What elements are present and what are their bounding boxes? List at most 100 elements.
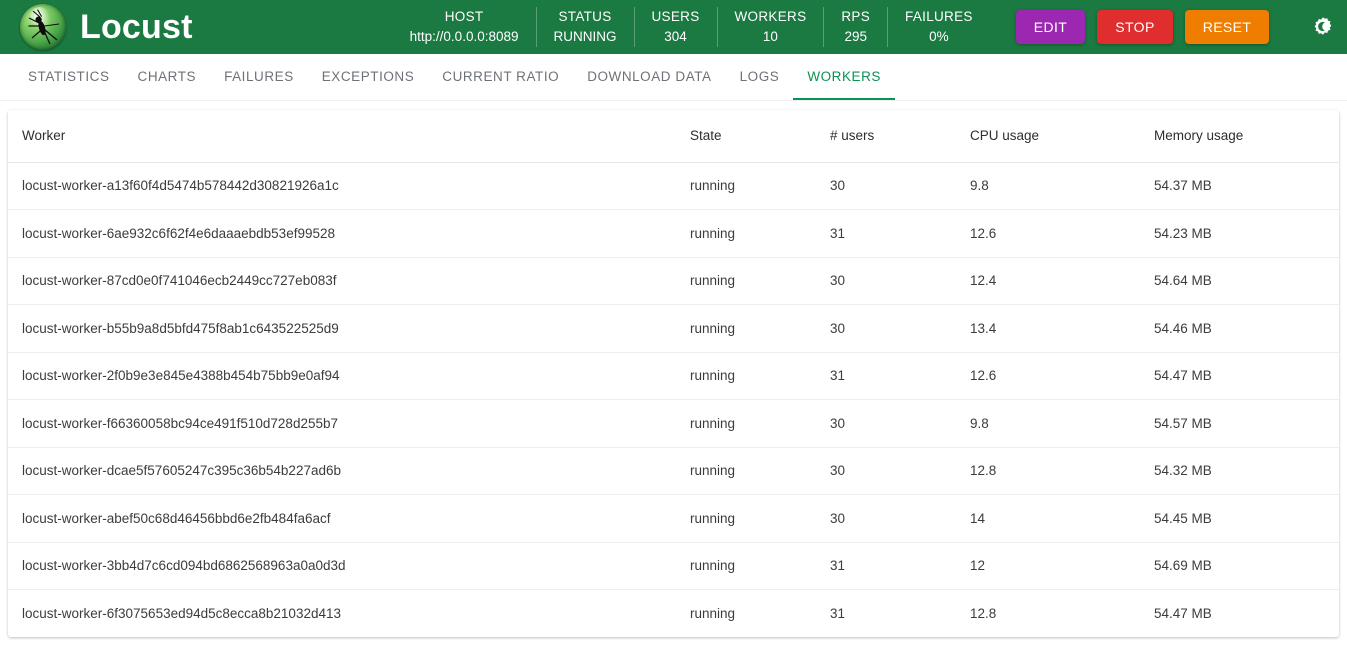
cell-memory: 54.64 MB [1154,273,1212,289]
cell-worker: locust-worker-f66360058bc94ce491f510d728… [22,415,338,431]
table-row: locust-worker-6ae932c6f62f4e6daaaebdb53e… [8,210,1339,257]
stat-failures-value: 0% [929,29,949,44]
edit-button[interactable]: EDIT [1015,10,1086,44]
cell-users: 30 [830,320,846,336]
table-row: locust-worker-abef50c68d46456bbd6e2fb484… [8,495,1339,542]
cell-users: 30 [830,463,846,479]
main-tabs: STATISTICS CHARTS FAILURES EXCEPTIONS CU… [0,54,1347,100]
app-title: Locust [80,8,193,46]
cell-state: running [690,178,736,194]
table-header-row: Worker State # users CPU usage Memory us… [8,110,1339,163]
cell-cpu: 12 [970,558,986,574]
cell-worker: locust-worker-dcae5f57605247c395c36b54b2… [22,463,341,479]
table-row: locust-worker-f66360058bc94ce491f510d728… [8,400,1339,447]
cell-memory: 54.23 MB [1154,225,1212,241]
cell-state: running [690,415,736,431]
cell-cpu: 12.8 [970,606,997,621]
stat-workers-value: 10 [762,29,778,44]
tab-workers[interactable]: WORKERS [793,54,895,100]
cell-worker: locust-worker-6ae932c6f62f4e6daaaebdb53e… [22,225,335,241]
stop-button[interactable]: STOP [1097,10,1173,44]
column-header-state[interactable]: State [676,110,816,163]
cell-cpu: 9.8 [970,178,989,194]
cell-memory: 54.32 MB [1154,463,1212,479]
tab-charts[interactable]: CHARTS [124,54,211,100]
cell-cpu: 12.4 [970,273,997,289]
cell-cpu: 12.8 [970,463,997,479]
cell-users: 31 [830,558,846,574]
brand: Locust [0,4,193,50]
cell-worker: locust-worker-abef50c68d46456bbd6e2fb484… [22,510,331,526]
cell-users: 30 [830,178,846,194]
cell-worker: locust-worker-87cd0e0f741046ecb2449cc727… [22,273,337,289]
cell-worker: locust-worker-a13f60f4d5474b578442d30821… [22,178,339,194]
cell-memory: 54.47 MB [1154,606,1212,621]
cell-memory: 54.46 MB [1154,320,1212,336]
cell-state: running [690,510,736,526]
cell-cpu: 12.6 [970,368,997,384]
table-row: locust-worker-6f3075653ed94d5c8ecca8b210… [8,590,1339,638]
stat-workers: WORKERS 10 [716,7,824,47]
table-row: locust-worker-dcae5f57605247c395c36b54b2… [8,447,1339,495]
header-actions: EDIT STOP RESET [1015,10,1270,44]
cell-cpu: 12.6 [970,225,997,241]
stat-failures-label: FAILURES [905,9,973,25]
tab-statistics[interactable]: STATISTICS [14,54,124,100]
table-row: locust-worker-a13f60f4d5474b578442d30821… [8,162,1339,210]
app-header: Locust HOST http://0.0.0.0:8089 STATUS R… [0,0,1347,54]
cell-users: 30 [830,273,846,289]
table-head: Worker State # users CPU usage Memory us… [8,110,1339,163]
cell-users: 31 [830,225,846,241]
tab-exceptions[interactable]: EXCEPTIONS [308,54,429,100]
stat-rps-label: RPS [841,9,871,25]
reset-button[interactable]: RESET [1184,10,1270,44]
stat-failures: FAILURES 0% [887,7,990,47]
stat-rps: RPS 295 [823,7,887,47]
stat-status: STATUS RUNNING [535,7,634,47]
stat-host-value: http://0.0.0.0:8089 [409,29,519,44]
sun-moon-icon[interactable] [1311,12,1335,42]
stat-rps-value: 295 [844,29,867,44]
cell-users: 30 [830,510,846,526]
column-header-users[interactable]: # users [816,110,956,163]
cell-state: running [690,558,736,574]
stat-status-value: RUNNING [553,29,617,44]
cell-users: 30 [830,415,846,431]
cell-state: running [690,273,736,289]
cell-worker: locust-worker-2f0b9e3e845e4388b454b75bb9… [22,368,340,384]
table-row: locust-worker-3bb4d7c6cd094bd6862568963a… [8,542,1339,590]
cell-cpu: 13.4 [970,320,997,336]
cell-state: running [690,320,736,336]
cell-worker: locust-worker-6f3075653ed94d5c8ecca8b210… [22,606,341,621]
table-row: locust-worker-2f0b9e3e845e4388b454b75bb9… [8,352,1339,400]
tab-download-data[interactable]: DOWNLOAD DATA [573,54,725,100]
table-row: locust-worker-87cd0e0f741046ecb2449cc727… [8,257,1339,305]
column-header-memory-usage[interactable]: Memory usage [1140,110,1339,163]
tab-current-ratio[interactable]: CURRENT RATIO [428,54,573,100]
cell-users: 31 [830,606,846,621]
stat-users-value: 304 [664,29,687,44]
cell-cpu: 9.8 [970,415,989,431]
table-body: locust-worker-a13f60f4d5474b578442d30821… [8,162,1339,637]
tab-failures[interactable]: FAILURES [210,54,308,100]
stat-users: USERS 304 [633,7,717,47]
stat-users-label: USERS [651,9,700,25]
column-header-worker[interactable]: Worker [8,110,676,163]
cell-users: 31 [830,368,846,384]
cell-state: running [690,225,736,241]
column-header-cpu-usage[interactable]: CPU usage [956,110,1140,163]
cell-state: running [690,606,736,621]
cell-cpu: 14 [970,510,986,526]
cell-state: running [690,368,736,384]
stat-host-label: HOST [444,9,484,25]
table-row: locust-worker-b55b9a8d5bfd475f8ab1c64352… [8,305,1339,352]
tab-logs[interactable]: LOGS [726,54,794,100]
stat-workers-label: WORKERS [734,9,807,25]
cell-memory: 54.57 MB [1154,415,1212,431]
cell-memory: 54.37 MB [1154,178,1212,194]
locust-logo-icon [20,4,66,50]
cell-worker: locust-worker-b55b9a8d5bfd475f8ab1c64352… [22,320,339,336]
workers-table-card: Worker State # users CPU usage Memory us… [8,110,1339,637]
workers-table: Worker State # users CPU usage Memory us… [8,110,1339,637]
cell-memory: 54.45 MB [1154,510,1212,526]
